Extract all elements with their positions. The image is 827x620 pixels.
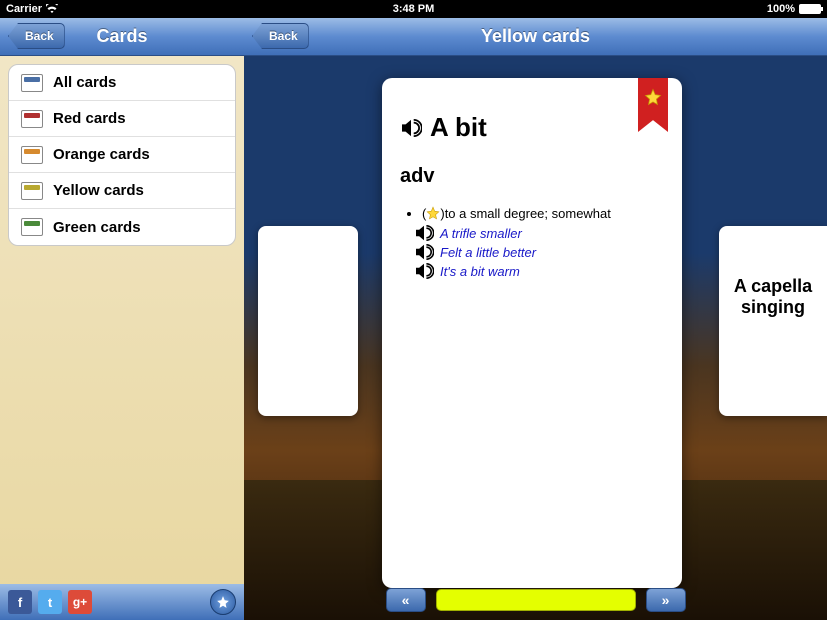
list-item-label: All cards xyxy=(53,74,116,91)
list-item-label: Yellow cards xyxy=(53,182,144,199)
star-icon xyxy=(216,595,230,609)
flashcard[interactable]: A bit adv ()to a small degree; somewhat … xyxy=(382,78,682,588)
list-item-all-cards[interactable]: All cards xyxy=(9,65,235,101)
list-item-label: Green cards xyxy=(53,219,141,236)
facebook-button[interactable]: f xyxy=(8,590,32,614)
sidebar-back-button[interactable]: Back xyxy=(8,23,65,49)
card-stack-icon xyxy=(21,218,43,236)
detail-back-button[interactable]: Back xyxy=(252,23,309,49)
wifi-icon xyxy=(46,4,58,14)
example-text: It's a bit warm xyxy=(440,264,520,279)
card-stack-icon xyxy=(21,182,43,200)
card-stack-icon xyxy=(21,74,43,92)
speaker-icon[interactable] xyxy=(414,225,434,241)
speaker-icon[interactable] xyxy=(414,244,434,260)
sidebar-nav: Back Cards xyxy=(0,18,244,56)
list-item-yellow-cards[interactable]: Yellow cards xyxy=(9,173,235,209)
example-text: A trifle smaller xyxy=(440,226,522,241)
card-word: A bit xyxy=(430,112,487,143)
list-item-label: Red cards xyxy=(53,110,126,127)
progress-bar[interactable] xyxy=(436,589,636,611)
detail-nav: Back Yellow cards xyxy=(244,18,827,56)
sidebar: Back Cards All cards Red cards Orange ca… xyxy=(0,18,244,620)
next-card-peek[interactable]: A capella singing xyxy=(719,226,827,416)
example-text: Felt a little better xyxy=(440,245,536,260)
example-row: It's a bit warm xyxy=(400,263,664,279)
prev-button[interactable]: « xyxy=(386,588,426,612)
status-bar: Carrier 3:48 PM 100% xyxy=(0,0,827,18)
google-plus-button[interactable]: g+ xyxy=(68,590,92,614)
list-item-red-cards[interactable]: Red cards xyxy=(9,101,235,137)
card-part-of-speech: adv xyxy=(400,165,664,188)
list-item-orange-cards[interactable]: Orange cards xyxy=(9,137,235,173)
speaker-icon[interactable] xyxy=(414,263,434,279)
detail-pane: Back Yellow cards A bit adv ()to xyxy=(244,18,827,620)
carrier-label: Carrier xyxy=(6,3,42,15)
card-category-list: All cards Red cards Orange cards Yellow … xyxy=(8,64,236,246)
next-button[interactable]: » xyxy=(646,588,686,612)
detail-background: A bit adv ()to a small degree; somewhat … xyxy=(244,56,827,620)
example-row: Felt a little better xyxy=(400,244,664,260)
card-stack-icon xyxy=(21,110,43,128)
battery-icon xyxy=(799,4,821,14)
card-nav-controls: « » xyxy=(386,588,686,612)
sidebar-footer: f t g+ xyxy=(0,584,244,620)
detail-title: Yellow cards xyxy=(481,26,590,47)
star-icon xyxy=(644,88,662,106)
list-item-label: Orange cards xyxy=(53,146,150,163)
card-stack-icon xyxy=(21,146,43,164)
previous-card-peek[interactable] xyxy=(258,226,358,416)
clock: 3:48 PM xyxy=(393,3,435,15)
list-item-green-cards[interactable]: Green cards xyxy=(9,209,235,245)
battery-label: 100% xyxy=(767,3,795,15)
speaker-icon[interactable] xyxy=(400,119,422,137)
star-icon xyxy=(426,206,440,220)
sidebar-title: Cards xyxy=(96,26,147,47)
twitter-button[interactable]: t xyxy=(38,590,62,614)
next-card-word: A capella singing xyxy=(727,276,819,318)
favorites-button[interactable] xyxy=(210,589,236,615)
example-row: A trifle smaller xyxy=(400,225,664,241)
card-definition: ()to a small degree; somewhat xyxy=(422,206,664,221)
